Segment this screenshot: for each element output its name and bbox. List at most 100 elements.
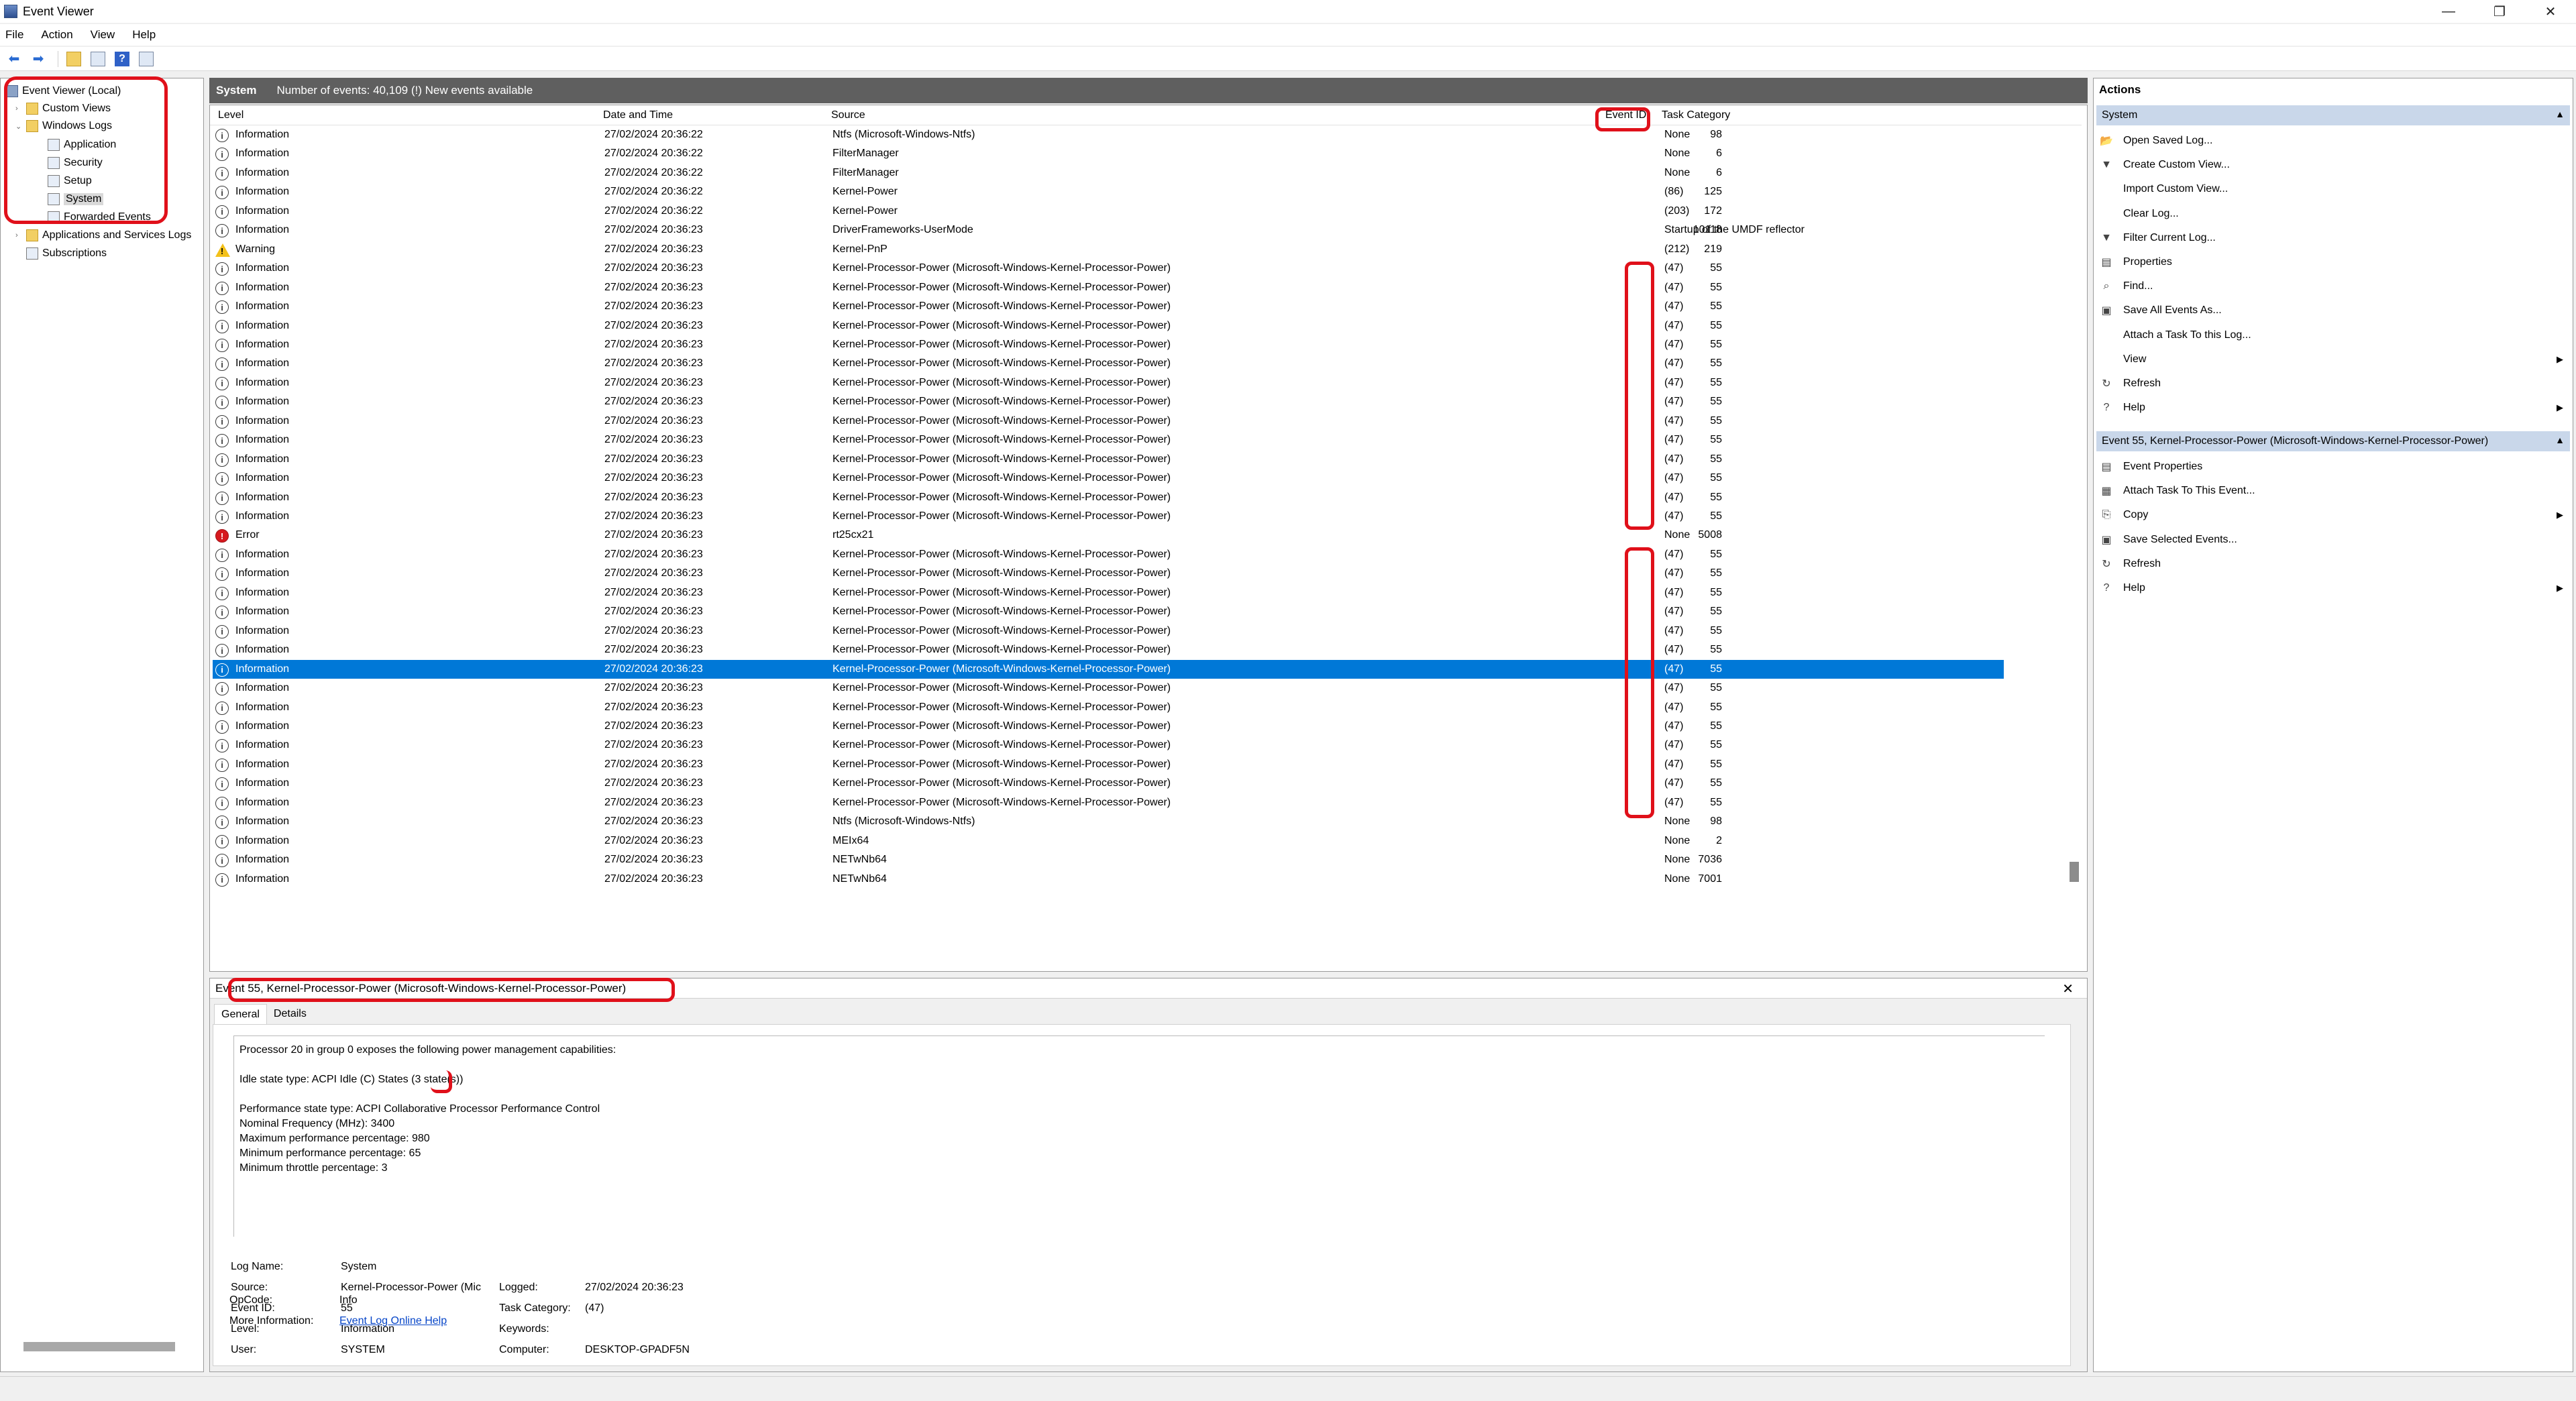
help-button[interactable]: ?: [112, 50, 132, 68]
restore-button[interactable]: ❐: [2474, 0, 2525, 23]
table-row[interactable]: i Information 27/02/2024 20:36:23 Kernel-Pr…: [213, 774, 2004, 793]
table-row[interactable]: i Information 27/02/2024 20:36:23 DriverFra…: [213, 221, 2004, 240]
column-date-time[interactable]: Date and Time: [603, 109, 673, 121]
tab-details[interactable]: Details: [267, 1004, 313, 1024]
action-save-selected-events[interactable]: ▣ Save Selected Events...: [2099, 528, 2569, 551]
collapse-up-icon[interactable]: ▲: [2555, 435, 2565, 445]
table-row[interactable]: i Information 27/02/2024 20:36:23 Kernel-Pr…: [213, 640, 2004, 660]
table-row[interactable]: i Information 27/02/2024 20:36:22 FilterMan…: [213, 144, 2004, 164]
table-row[interactable]: i Information 27/02/2024 20:36:23 Kernel-Pr…: [213, 659, 2004, 679]
action-open-saved-log[interactable]: 📂 Open Saved Log...: [2099, 129, 2569, 152]
tree-horizontal-scrollbar[interactable]: [23, 1342, 175, 1351]
action-create-custom-view[interactable]: ▼ Create Custom View...: [2099, 154, 2569, 176]
event-message[interactable]: Processor 20 in group 0 exposes the foll…: [233, 1035, 2045, 1237]
tree-item-application[interactable]: Application: [48, 136, 116, 154]
table-row[interactable]: i Information 27/02/2024 20:36:23 Kernel-Pr…: [213, 488, 2004, 508]
action-refresh[interactable]: ↻ Refresh: [2099, 372, 2569, 395]
column-task-category[interactable]: Task Category: [1662, 109, 1730, 121]
table-row[interactable]: i Information 27/02/2024 20:36:23 NETwNb64 7…: [213, 850, 2004, 870]
collapse-chevron-icon[interactable]: ⌄: [15, 122, 26, 131]
table-row[interactable]: i Information 27/02/2024 20:36:23 Kernel-Pr…: [213, 335, 2004, 355]
actions-section-system[interactable]: System ▲: [2096, 105, 2570, 125]
back-button[interactable]: ⬅: [4, 50, 24, 68]
tree-item-custom-views[interactable]: › Custom Views: [15, 100, 111, 117]
column-level[interactable]: Level: [218, 109, 244, 121]
tree-item-subscriptions[interactable]: Subscriptions: [26, 245, 107, 262]
actions-section-event[interactable]: Event 55, Kernel-Processor-Power (Micros…: [2096, 431, 2570, 451]
action-import-custom-view[interactable]: Import Custom View...: [2099, 178, 2569, 201]
show-hide-console-tree-button[interactable]: [88, 50, 108, 68]
collapse-up-icon[interactable]: ▲: [2555, 109, 2565, 119]
minimize-button[interactable]: —: [2423, 0, 2474, 23]
table-row[interactable]: i Information 27/02/2024 20:36:23 Kernel-Pr…: [213, 392, 2004, 412]
table-row[interactable]: i Information 27/02/2024 20:36:23 Kernel-Pr…: [213, 259, 2004, 278]
table-row[interactable]: i Information 27/02/2024 20:36:23 Kernel-Pr…: [213, 412, 2004, 431]
action-properties[interactable]: ▤ Properties: [2099, 251, 2569, 274]
table-row[interactable]: i Information 27/02/2024 20:36:23 Kernel-Pr…: [213, 469, 2004, 488]
table-row[interactable]: i Information 27/02/2024 20:36:22 Kernel-Po…: [213, 202, 2004, 221]
table-row[interactable]: i Information 27/02/2024 20:36:23 Kernel-Pr…: [213, 431, 2004, 450]
table-row[interactable]: i Information 27/02/2024 20:36:23 Kernel-Pr…: [213, 736, 2004, 755]
tree-item-event-viewer-local[interactable]: Event Viewer (Local): [6, 82, 121, 100]
table-row[interactable]: ! Warning 27/02/2024 20:36:23 Kernel-PnP 219…: [213, 240, 2004, 260]
action-view[interactable]: View ▶: [2099, 348, 2569, 371]
menu-action[interactable]: Action: [41, 28, 72, 42]
table-row[interactable]: i Information 27/02/2024 20:36:22 Ntfs (Mic…: [213, 125, 2004, 145]
table-row[interactable]: i Information 27/02/2024 20:36:23 Kernel-Pr…: [213, 602, 2004, 622]
table-row[interactable]: ! Error 27/02/2024 20:36:23 rt25cx21 5008 Non…: [213, 526, 2004, 545]
tree-item-system[interactable]: System: [48, 190, 104, 208]
table-row[interactable]: i Information 27/02/2024 20:36:23 Ntfs (Mic…: [213, 812, 2004, 832]
table-row[interactable]: i Information 27/02/2024 20:36:23 Kernel-Pr…: [213, 545, 2004, 565]
expand-chevron-icon[interactable]: ›: [15, 105, 26, 113]
action-help[interactable]: ? Help ▶: [2099, 577, 2569, 600]
event-log-online-help-link[interactable]: Event Log Online Help: [339, 1315, 447, 1327]
table-row[interactable]: i Information 27/02/2024 20:36:22 FilterMan…: [213, 164, 2004, 183]
menu-help[interactable]: Help: [132, 28, 156, 42]
action-clear-log[interactable]: Clear Log...: [2099, 203, 2569, 225]
table-row[interactable]: i Information 27/02/2024 20:36:23 Kernel-Pr…: [213, 717, 2004, 736]
action-filter-current-log[interactable]: ▼ Filter Current Log...: [2099, 227, 2569, 249]
table-row[interactable]: i Information 27/02/2024 20:36:23 MEIx64 2 No…: [213, 832, 2004, 851]
tree-item-apps-services-logs[interactable]: › Applications and Services Logs: [15, 227, 191, 244]
action-event-properties[interactable]: ▤ Event Properties: [2099, 455, 2569, 478]
table-row[interactable]: i Information 27/02/2024 20:36:22 Kernel-Po…: [213, 182, 2004, 202]
forward-button[interactable]: ➡: [28, 50, 48, 68]
table-row[interactable]: i Information 27/02/2024 20:36:23 Kernel-Pr…: [213, 317, 2004, 336]
menu-view[interactable]: View: [91, 28, 115, 42]
table-row[interactable]: i Information 27/02/2024 20:36:23 Kernel-Pr…: [213, 278, 2004, 298]
action-save-all-events-as[interactable]: ▣ Save All Events As...: [2099, 299, 2569, 322]
table-row[interactable]: i Information 27/02/2024 20:36:23 Kernel-Pr…: [213, 564, 2004, 583]
tab-general[interactable]: General: [214, 1004, 267, 1024]
column-source[interactable]: Source: [831, 109, 865, 121]
action-copy[interactable]: ⎘ Copy ▶: [2099, 504, 2569, 526]
close-detail-button[interactable]: ✕: [2062, 980, 2074, 997]
event-list-scrollbar[interactable]: [2070, 862, 2079, 882]
action-attach-task-to-this-event[interactable]: ▦ Attach Task To This Event...: [2099, 480, 2569, 502]
menu-file[interactable]: File: [5, 28, 23, 42]
table-row[interactable]: i Information 27/02/2024 20:36:23 Kernel-Pr…: [213, 374, 2004, 393]
table-row[interactable]: i Information 27/02/2024 20:36:23 Kernel-Pr…: [213, 297, 2004, 317]
table-row[interactable]: i Information 27/02/2024 20:36:23 NETwNb64 7…: [213, 870, 2004, 889]
action-refresh[interactable]: ↻ Refresh: [2099, 553, 2569, 575]
close-window-button[interactable]: ✕: [2525, 0, 2576, 23]
show-hide-action-pane-button[interactable]: [136, 50, 156, 68]
table-row[interactable]: i Information 27/02/2024 20:36:23 Kernel-Pr…: [213, 793, 2004, 813]
table-row[interactable]: i Information 27/02/2024 20:36:23 Kernel-Pr…: [213, 354, 2004, 374]
table-row[interactable]: i Information 27/02/2024 20:36:23 Kernel-Pr…: [213, 679, 2004, 698]
tree-item-setup[interactable]: Setup: [48, 172, 92, 190]
table-row[interactable]: i Information 27/02/2024 20:36:23 Kernel-Pr…: [213, 507, 2004, 526]
tree-item-security[interactable]: Security: [48, 154, 103, 172]
action-attach-a-task-to-this-log[interactable]: Attach a Task To this Log...: [2099, 324, 2569, 347]
tree-item-forwarded-events[interactable]: Forwarded Events: [48, 209, 151, 226]
column-event-id[interactable]: Event ID: [1605, 109, 1646, 121]
expand-chevron-icon[interactable]: ›: [15, 231, 26, 239]
tree-item-windows-logs[interactable]: ⌄ Windows Logs: [15, 117, 112, 135]
up-folder-button[interactable]: [64, 50, 84, 68]
action-help[interactable]: ? Help ▶: [2099, 396, 2569, 419]
table-row[interactable]: i Information 27/02/2024 20:36:23 Kernel-Pr…: [213, 755, 2004, 775]
table-row[interactable]: i Information 27/02/2024 20:36:23 Kernel-Pr…: [213, 583, 2004, 603]
table-row[interactable]: i Information 27/02/2024 20:36:23 Kernel-Pr…: [213, 698, 2004, 718]
table-row[interactable]: i Information 27/02/2024 20:36:23 Kernel-Pr…: [213, 450, 2004, 469]
table-row[interactable]: i Information 27/02/2024 20:36:23 Kernel-Pr…: [213, 622, 2004, 641]
action-find[interactable]: ⌕ Find...: [2099, 275, 2569, 298]
